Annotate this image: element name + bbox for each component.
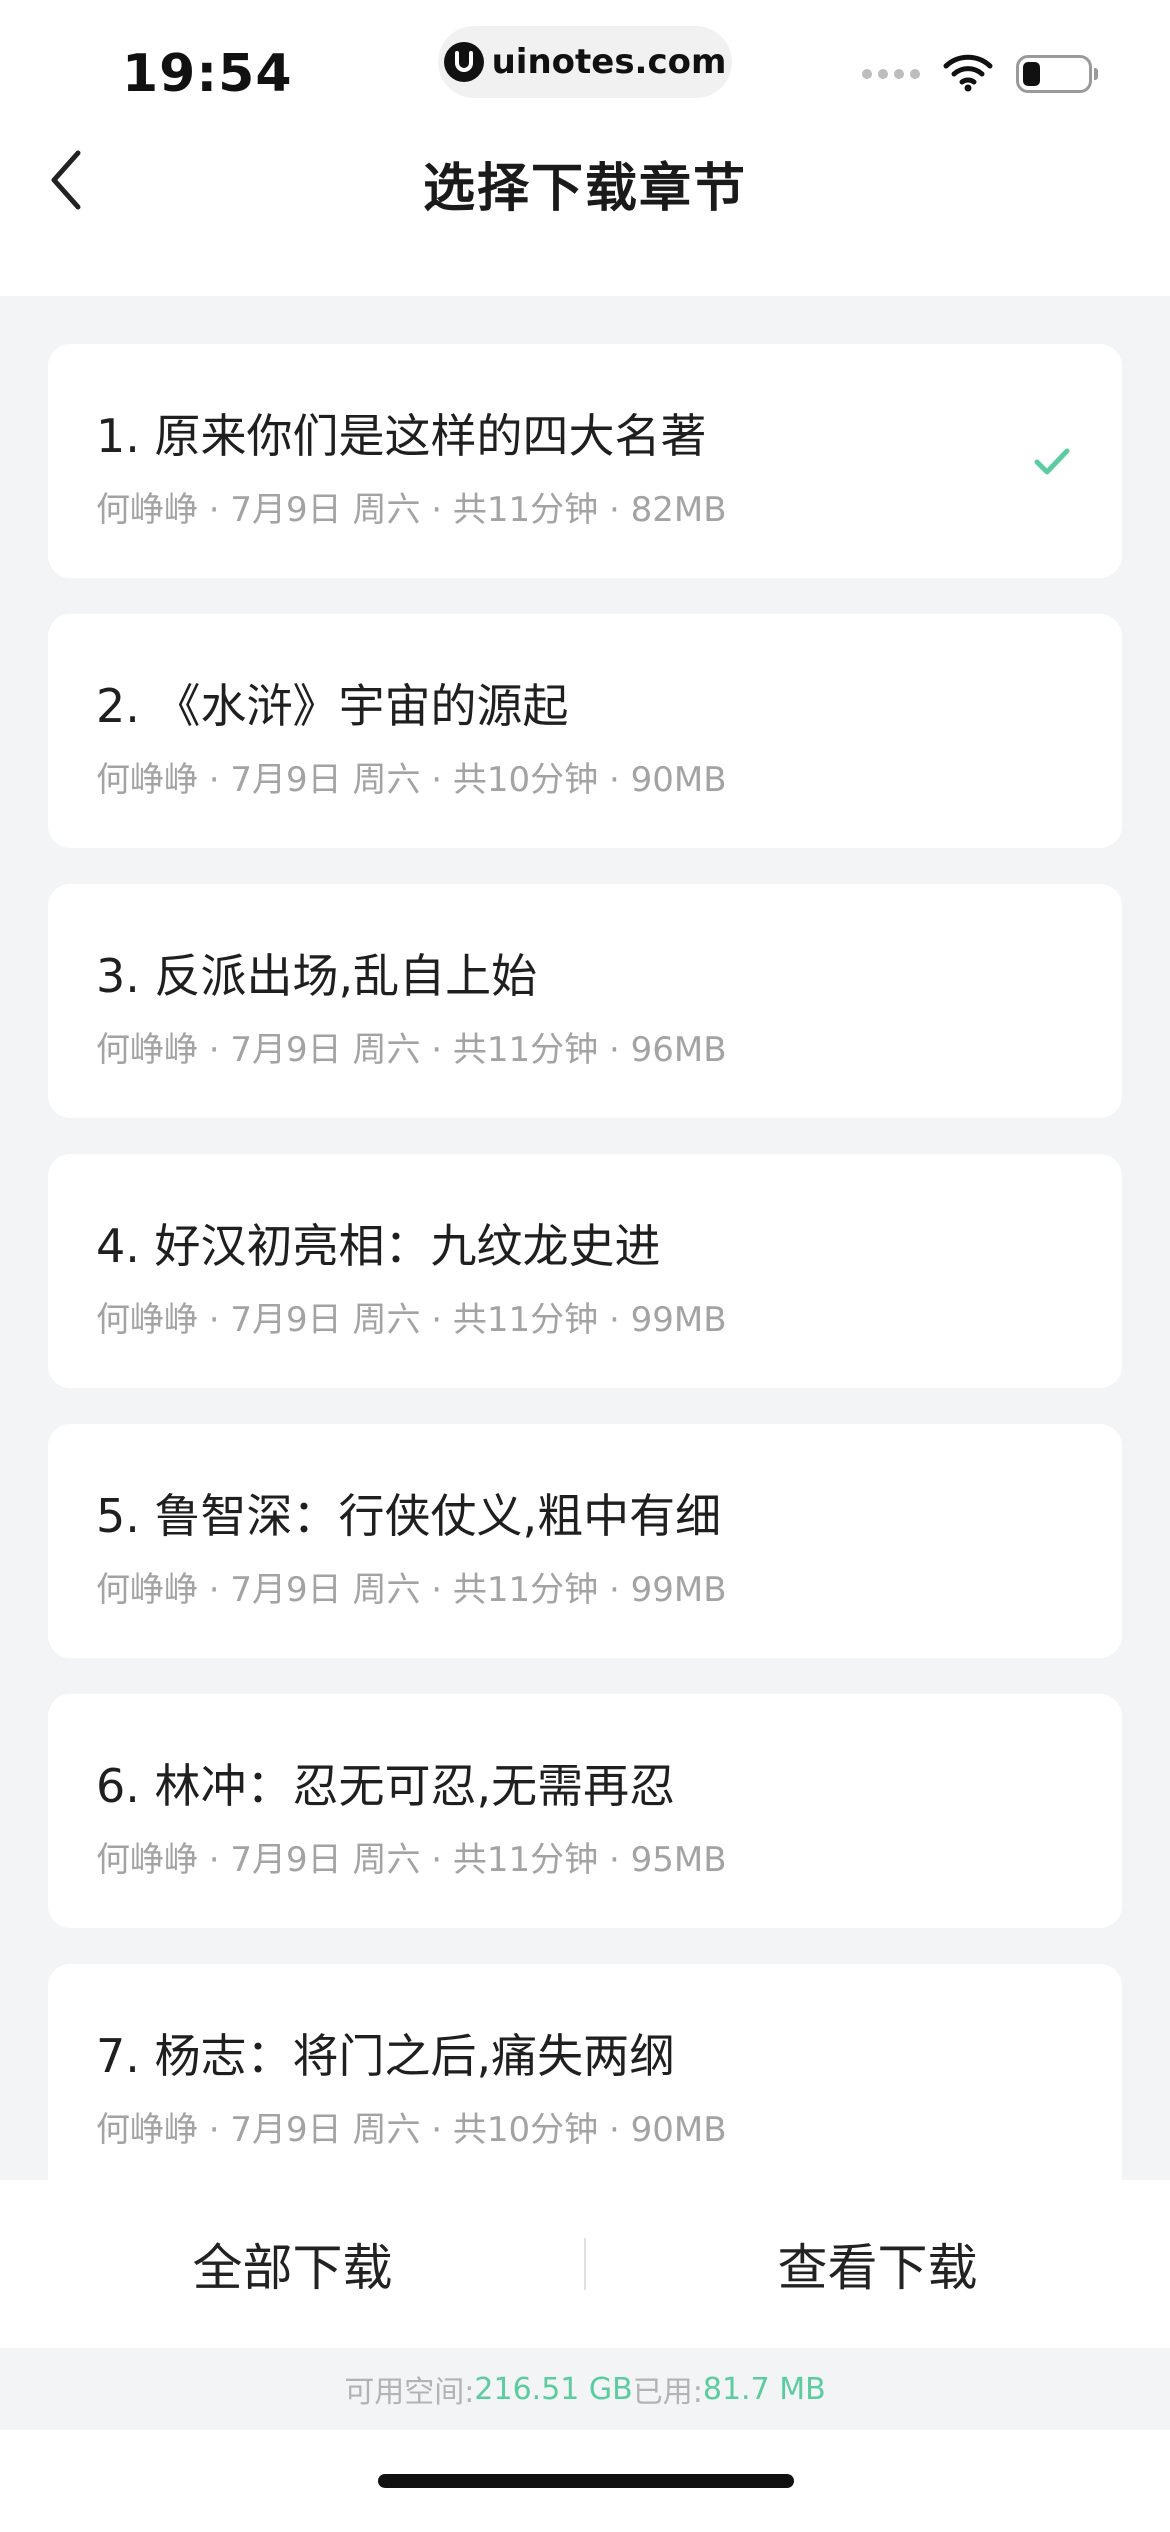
home-area: [0, 2430, 1170, 2532]
chapter-list[interactable]: 1. 原来你们是这样的四大名著 何峥峥 · 7月9日 周六 · 共11分钟 · …: [48, 344, 1122, 2180]
url-pill[interactable]: uinotes.com: [438, 26, 732, 98]
action-bar: 全部下载 查看下载: [0, 2180, 1170, 2348]
battery-level: [1023, 62, 1041, 86]
page-title: 选择下载章节: [422, 159, 747, 219]
cellular-signal-icon: [862, 69, 920, 79]
chapter-meta: 何峥峥 · 7月9日 周六 · 共11分钟 · 96MB: [96, 1030, 727, 1070]
chapter-meta: 何峥峥 · 7月9日 周六 · 共11分钟 · 99MB: [96, 1300, 727, 1340]
chapter-title: 5. 鲁智深：行侠仗义,粗中有细: [96, 1489, 722, 1543]
status-time: 19:54: [122, 44, 293, 104]
chapter-title: 7. 杨志：将门之后,痛失两纲: [96, 2029, 676, 2083]
storage-available-label: 可用空间:: [344, 2375, 475, 2410]
home-indicator[interactable]: [378, 2474, 794, 2488]
status-indicators: [862, 52, 1098, 96]
storage-available-value: 216.51 GB: [474, 2371, 633, 2407]
chapter-item[interactable]: 6. 林冲：忍无可忍,无需再忍 何峥峥 · 7月9日 周六 · 共11分钟 · …: [48, 1694, 1122, 1928]
checkmark-icon: [1032, 441, 1072, 481]
view-downloads-button[interactable]: 查看下载: [585, 2180, 1170, 2348]
chapter-meta: 何峥峥 · 7月9日 周六 · 共10分钟 · 90MB: [96, 2110, 727, 2150]
storage-used-value: 81.7 MB: [702, 2371, 826, 2407]
header: 19:54 uinotes.com 选择下载章节: [0, 0, 1170, 296]
chapter-item[interactable]: 5. 鲁智深：行侠仗义,粗中有细 何峥峥 · 7月9日 周六 · 共11分钟 ·…: [48, 1424, 1122, 1658]
chapter-title: 2. 《水浒》宇宙的源起: [96, 679, 569, 733]
chapter-title: 3. 反派出场,乱自上始: [96, 949, 538, 1003]
storage-used-label: 已用:: [632, 2375, 703, 2410]
chapter-title: 4. 好汉初亮相：九纹龙史进: [96, 1219, 661, 1273]
chapter-item[interactable]: 4. 好汉初亮相：九纹龙史进 何峥峥 · 7月9日 周六 · 共11分钟 · 9…: [48, 1154, 1122, 1388]
chapter-item[interactable]: 3. 反派出场,乱自上始 何峥峥 · 7月9日 周六 · 共11分钟 · 96M…: [48, 884, 1122, 1118]
wifi-icon: [942, 52, 994, 96]
chapter-item[interactable]: 7. 杨志：将门之后,痛失两纲 何峥峥 · 7月9日 周六 · 共10分钟 · …: [48, 1964, 1122, 2180]
chapter-title: 1. 原来你们是这样的四大名著: [96, 409, 707, 463]
chapter-meta: 何峥峥 · 7月9日 周六 · 共11分钟 · 82MB: [96, 490, 727, 530]
url-text: uinotes.com: [491, 42, 727, 82]
chapter-item[interactable]: 2. 《水浒》宇宙的源起 何峥峥 · 7月9日 周六 · 共10分钟 · 90M…: [48, 614, 1122, 848]
chapter-item[interactable]: 1. 原来你们是这样的四大名著 何峥峥 · 7月9日 周六 · 共11分钟 · …: [48, 344, 1122, 578]
storage-info: 可用空间: 216.51 GB 已用: 81.7 MB: [0, 2348, 1170, 2430]
chapter-meta: 何峥峥 · 7月9日 周六 · 共11分钟 · 99MB: [96, 1570, 727, 1610]
battery-icon: [1016, 55, 1098, 93]
chapter-meta: 何峥峥 · 7月9日 周六 · 共11分钟 · 95MB: [96, 1840, 727, 1880]
chapter-meta: 何峥峥 · 7月9日 周六 · 共10分钟 · 90MB: [96, 760, 727, 800]
site-logo-icon: [443, 42, 484, 82]
chapter-title: 6. 林冲：忍无可忍,无需再忍: [96, 1759, 676, 1813]
download-all-button[interactable]: 全部下载: [0, 2180, 585, 2348]
